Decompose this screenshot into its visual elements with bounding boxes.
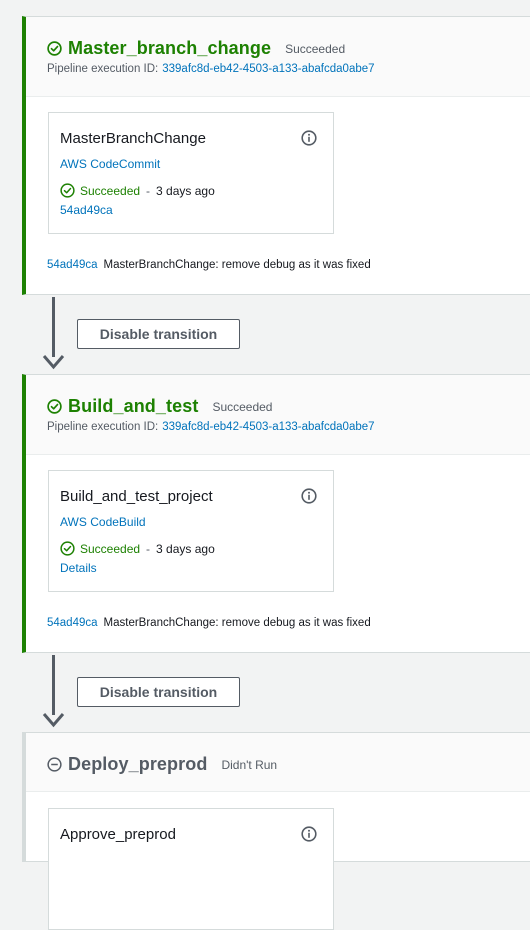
execution-id-link[interactable]: 339afc8d-eb42-4503-a133-abafcda0abe7 — [162, 421, 374, 433]
check-circle-icon — [47, 398, 62, 414]
stage-header: Master_branch_change Succeeded Pipeline … — [26, 17, 530, 97]
commit-message: MasterBranchChange: remove debug as it w… — [103, 617, 371, 629]
commit-id-link[interactable]: 54ad49ca — [47, 259, 98, 271]
stage-status: Succeeded — [212, 400, 273, 414]
arrow-down-icon — [42, 355, 65, 370]
action-time-ago: 3 days ago — [156, 183, 215, 198]
stage-master-branch-change: Master_branch_change Succeeded Pipeline … — [22, 16, 530, 295]
action-status-row: Succeeded - 3 days ago — [60, 541, 333, 556]
disable-transition-button[interactable]: Disable transition — [77, 319, 240, 349]
arrow-down-icon — [42, 713, 65, 728]
info-icon[interactable] — [301, 130, 317, 146]
action-name: Build_and_test_project — [60, 488, 213, 505]
action-provider-link[interactable]: AWS CodeCommit — [60, 157, 333, 171]
action-status: Succeeded — [80, 541, 141, 556]
status-separator: - — [146, 541, 151, 556]
action-details-link[interactable]: Details — [60, 561, 333, 575]
stage-header: Build_and_test Succeeded Pipeline execut… — [26, 375, 530, 455]
disable-transition-button[interactable]: Disable transition — [77, 677, 240, 707]
check-circle-icon — [60, 183, 75, 198]
execution-id-label: Pipeline execution ID: — [47, 421, 159, 433]
commit-row: 54ad49ca MasterBranchChange: remove debug… — [47, 617, 371, 629]
commit-row: 54ad49ca MasterBranchChange: remove debug… — [47, 259, 371, 271]
action-revision-link[interactable]: 54ad49ca — [60, 203, 333, 217]
status-separator: - — [146, 183, 151, 198]
action-card: MasterBranchChange AWS CodeCommit Succee… — [48, 112, 334, 234]
execution-id-row: Pipeline execution ID: 339afc8d-eb42-4503… — [47, 63, 530, 75]
stage-name: Build_and_test — [68, 395, 199, 416]
action-status-row: Succeeded - 3 days ago — [60, 183, 333, 198]
stage-title-row: Master_branch_change Succeeded — [47, 37, 530, 59]
info-icon[interactable] — [301, 488, 317, 504]
action-status: Succeeded — [80, 183, 141, 198]
minus-circle-icon — [47, 756, 62, 772]
commit-id-link[interactable]: 54ad49ca — [47, 617, 98, 629]
check-circle-icon — [47, 40, 62, 56]
stage-title-row: Deploy_preprod Didn't Run — [47, 753, 530, 775]
execution-id-row: Pipeline execution ID: 339afc8d-eb42-4503… — [47, 421, 530, 433]
commit-message: MasterBranchChange: remove debug as it w… — [103, 259, 371, 271]
stage-build-and-test: Build_and_test Succeeded Pipeline execut… — [22, 374, 530, 653]
stage-status: Succeeded — [285, 42, 346, 56]
execution-id-link[interactable]: 339afc8d-eb42-4503-a133-abafcda0abe7 — [162, 63, 374, 75]
info-icon[interactable] — [301, 826, 317, 842]
stage-header: Deploy_preprod Didn't Run — [26, 733, 530, 792]
action-card: Approve_preprod — [48, 808, 334, 930]
action-provider-link[interactable]: AWS CodeBuild — [60, 515, 333, 529]
execution-id-label: Pipeline execution ID: — [47, 63, 159, 75]
action-name: MasterBranchChange — [60, 130, 206, 147]
check-circle-icon — [60, 541, 75, 556]
transition-arrow-line — [52, 297, 55, 357]
action-name: Approve_preprod — [60, 826, 176, 843]
stage-name: Deploy_preprod — [68, 753, 208, 774]
action-time-ago: 3 days ago — [156, 541, 215, 556]
action-card: Build_and_test_project AWS CodeBuild Suc… — [48, 470, 334, 592]
stage-status: Didn't Run — [221, 758, 278, 772]
stage-name: Master_branch_change — [68, 37, 272, 58]
transition-arrow-line — [52, 655, 55, 715]
stage-deploy-preprod: Deploy_preprod Didn't Run Approve_prepro… — [22, 732, 530, 930]
stage-title-row: Build_and_test Succeeded — [47, 395, 530, 417]
